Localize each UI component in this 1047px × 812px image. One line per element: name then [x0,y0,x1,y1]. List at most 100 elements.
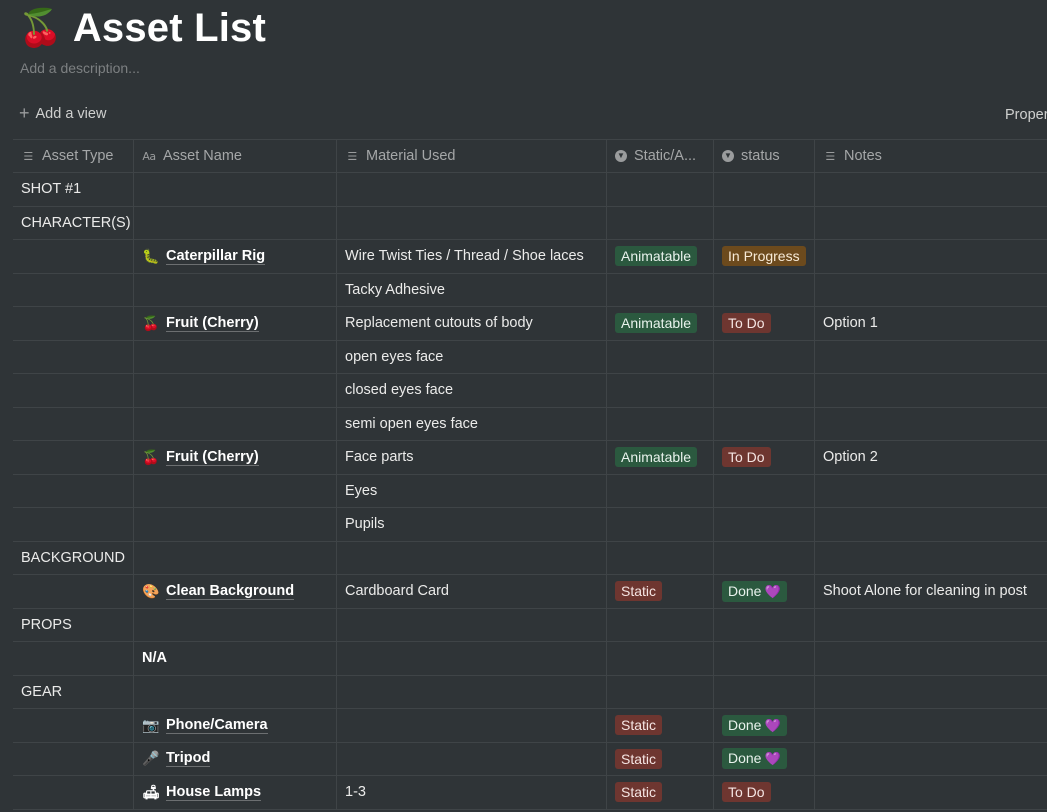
status-cell[interactable] [714,608,815,641]
status-cell[interactable]: Done 💜 [714,575,815,608]
status-cell[interactable] [714,642,815,675]
static-animatable-cell[interactable]: Static [607,742,714,775]
asset-type-cell[interactable] [13,742,134,775]
asset-name-cell[interactable]: 🍒 Fruit (Cherry) [134,441,337,474]
asset-type-cell[interactable] [13,776,134,809]
status-cell[interactable] [714,508,815,541]
table-row[interactable]: Eyes [13,474,1047,508]
asset-name-cell[interactable]: 🎤 Tripod [134,742,337,775]
column-header-status[interactable]: ▼ status [714,140,815,172]
asset-type-cell[interactable] [13,642,134,675]
column-header-material-used[interactable]: ☰ Material Used [337,140,607,172]
material-used-cell[interactable] [337,608,607,641]
asset-type-cell[interactable] [13,407,134,440]
asset-name-cell[interactable] [134,340,337,373]
asset-name-cell[interactable] [134,173,337,206]
table-row[interactable]: closed eyes face [13,374,1047,408]
asset-name-cell[interactable] [134,675,337,708]
static-animatable-cell[interactable]: Animatable [607,307,714,340]
asset-name-cell[interactable] [134,474,337,507]
properties-button[interactable]: Proper [1005,107,1047,123]
notes-cell[interactable] [815,341,1047,374]
material-used-cell[interactable]: semi open eyes face [337,407,607,440]
notes-cell[interactable] [815,776,1047,809]
material-used-cell[interactable]: Pupils [337,508,607,541]
asset-type-cell[interactable] [13,474,134,507]
material-used-cell[interactable]: 1-3 [337,776,607,809]
notes-cell[interactable] [815,408,1047,441]
asset-name-cell[interactable]: 🛋 House Lamps [134,776,337,809]
column-header-static-animatable[interactable]: ▼ Static/A... [607,140,714,172]
table-row[interactable]: CHARACTER(S) [13,206,1047,240]
asset-type-cell[interactable]: PROPS [13,608,134,641]
description-input[interactable]: Add a description... [20,60,140,76]
status-cell[interactable]: To Do [714,441,815,474]
asset-type-cell[interactable] [13,709,134,742]
notes-cell[interactable] [815,743,1047,776]
status-cell[interactable]: To Do [714,776,815,809]
notes-cell[interactable] [815,709,1047,742]
status-cell[interactable] [714,374,815,407]
asset-name-cell[interactable] [134,273,337,306]
asset-name-cell[interactable]: N/A [134,642,337,675]
static-animatable-cell[interactable] [607,642,714,675]
notes-cell[interactable] [815,240,1047,273]
static-animatable-cell[interactable] [607,541,714,574]
notes-cell[interactable] [815,609,1047,642]
asset-type-cell[interactable] [13,240,134,273]
static-animatable-cell[interactable] [607,608,714,641]
column-header-notes[interactable]: ☰ Notes [815,140,1047,172]
asset-name[interactable]: 🎤 Tripod [142,750,211,768]
asset-name[interactable]: 🐛 Caterpillar Rig [142,248,266,265]
asset-type-cell[interactable] [13,307,134,340]
asset-type-cell[interactable] [13,273,134,306]
table-row[interactable]: 🎨 Clean Background Cardboard Card Static Don… [13,575,1047,609]
table-row[interactable]: SHOT #1 [13,173,1047,207]
static-animatable-cell[interactable]: Animatable [607,441,714,474]
cherry-icon[interactable]: 🍒 [18,6,63,50]
asset-name-cell[interactable] [134,374,337,407]
column-header-asset-type[interactable]: ☰ Asset Type [13,140,134,172]
status-cell[interactable]: In Progress [714,240,815,273]
asset-name-cell[interactable] [134,508,337,541]
material-used-cell[interactable] [337,173,607,206]
material-used-cell[interactable] [337,642,607,675]
static-animatable-cell[interactable] [607,474,714,507]
page-title[interactable]: Asset List [73,6,266,50]
table-row[interactable]: N/A [13,642,1047,676]
asset-name-cell[interactable] [134,608,337,641]
table-row[interactable]: 🍒 Fruit (Cherry) Replacement cutouts of bo… [13,307,1047,341]
notes-cell[interactable] [815,542,1047,575]
asset-type-cell[interactable] [13,374,134,407]
asset-type-cell[interactable]: SHOT #1 [13,173,134,206]
table-row[interactable]: PROPS [13,608,1047,642]
table-row[interactable]: 🛋 House Lamps 1-3 Static To Do [13,776,1047,810]
asset-type-cell[interactable]: CHARACTER(S) [13,206,134,239]
asset-name-cell[interactable]: 🎨 Clean Background [134,575,337,608]
material-used-cell[interactable]: Cardboard Card [337,575,607,608]
status-cell[interactable] [714,474,815,507]
asset-name[interactable]: N/A [142,650,167,666]
status-cell[interactable]: Done 💜 [714,709,815,742]
static-animatable-cell[interactable]: Static [607,575,714,608]
add-view-button[interactable]: + Add a view [19,104,106,122]
asset-type-cell[interactable] [13,340,134,373]
notes-cell[interactable] [815,508,1047,541]
asset-name-cell[interactable]: 📷 Phone/Camera [134,709,337,742]
notes-cell[interactable] [815,676,1047,709]
asset-name-cell[interactable]: 🐛 Caterpillar Rig [134,240,337,273]
static-animatable-cell[interactable] [607,273,714,306]
material-used-cell[interactable]: closed eyes face [337,374,607,407]
notes-cell[interactable]: Option 1 [815,307,1047,340]
asset-name[interactable]: 📷 Phone/Camera [142,717,268,734]
material-used-cell[interactable] [337,541,607,574]
material-used-cell[interactable]: Face parts [337,441,607,474]
asset-type-cell[interactable]: GEAR [13,675,134,708]
status-cell[interactable] [714,206,815,239]
status-cell[interactable] [714,541,815,574]
static-animatable-cell[interactable] [607,206,714,239]
table-row[interactable]: 🐛 Caterpillar Rig Wire Twist Ties / Thread… [13,240,1047,274]
notes-cell[interactable] [815,374,1047,407]
static-animatable-cell[interactable] [607,374,714,407]
table-row[interactable]: BACKGROUND [13,541,1047,575]
